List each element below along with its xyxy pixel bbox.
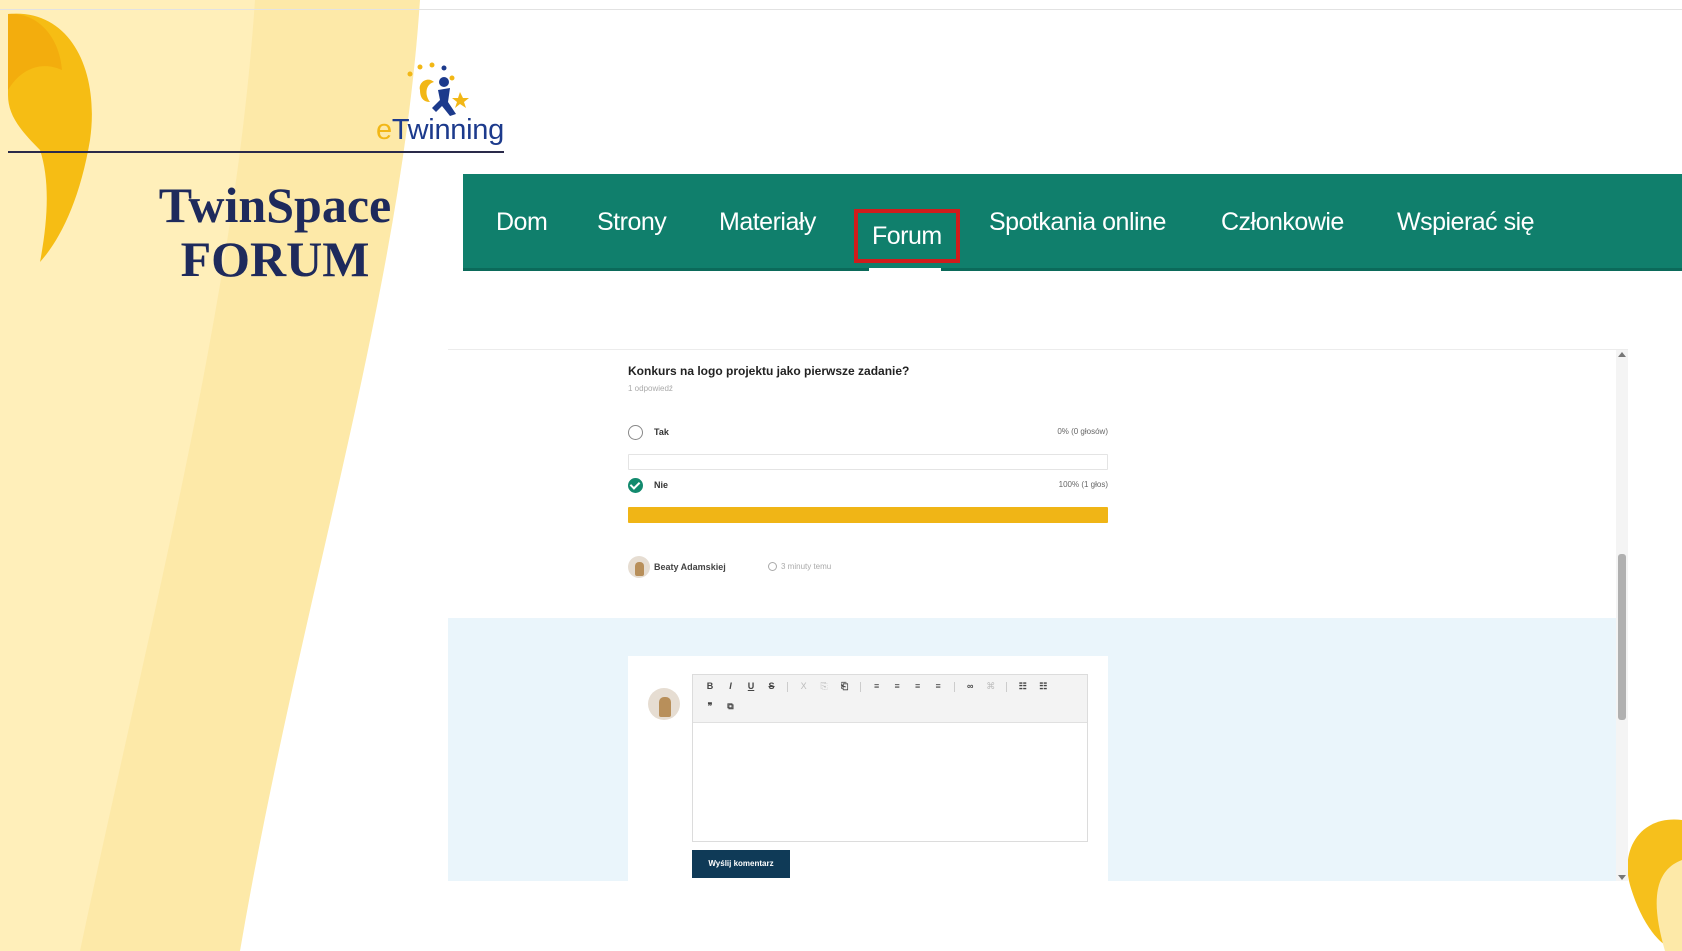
align-justify-icon[interactable]: ≡ bbox=[929, 681, 947, 691]
comment-editor[interactable]: B I U S X ⎘ ⎗ ≡ ≡ ≡ ≡ ∞ ⌘ ☷ ☷ ❞ ⧉ bbox=[692, 674, 1088, 842]
poll-question: Konkurs na logo projektu jako pierwsze z… bbox=[628, 364, 910, 378]
main-navigation-bar: Dom Strony Materiały Forum Spotkania onl… bbox=[463, 174, 1682, 271]
link-icon[interactable]: ∞ bbox=[961, 681, 979, 691]
author-name[interactable]: Beaty Adamskiej bbox=[654, 562, 726, 572]
poll-option-tak[interactable]: Tak 0% (0 głosów) bbox=[628, 424, 1108, 442]
top-border-line bbox=[0, 9, 1682, 10]
nav-active-underline bbox=[869, 268, 941, 271]
cut-icon[interactable]: X bbox=[795, 681, 813, 691]
align-right-icon[interactable]: ≡ bbox=[909, 681, 927, 691]
editor-toolbar-row1: B I U S X ⎘ ⎗ ≡ ≡ ≡ ≡ ∞ ⌘ ☷ ☷ bbox=[701, 681, 1052, 697]
strikethrough-icon[interactable]: S bbox=[763, 681, 781, 691]
etwinning-logo-text: eTwinning bbox=[376, 114, 504, 146]
clock-icon bbox=[768, 562, 777, 571]
poll: Konkurs na logo projektu jako pierwsze z… bbox=[628, 364, 1108, 523]
post-time: 3 minuty temu bbox=[781, 562, 832, 571]
toolbar-separator bbox=[1006, 681, 1008, 692]
nav-item-materialy[interactable]: Materiały bbox=[719, 204, 816, 240]
unlink-icon[interactable]: ⌘ bbox=[982, 681, 1000, 692]
panel-scrollbar[interactable] bbox=[1616, 350, 1628, 881]
editor-toolbar-row2: ❞ ⧉ bbox=[701, 701, 740, 717]
poll-option-value: 0% (0 głosów) bbox=[1057, 427, 1108, 436]
scroll-up-arrow-icon[interactable] bbox=[1618, 352, 1626, 357]
bulleted-list-icon[interactable]: ☷ bbox=[1034, 681, 1052, 692]
comment-form: B I U S X ⎘ ⎗ ≡ ≡ ≡ ≡ ∞ ⌘ ☷ ☷ ❞ ⧉ Wyślij… bbox=[628, 656, 1108, 881]
scrollbar-thumb[interactable] bbox=[1618, 554, 1626, 720]
check-circle-icon[interactable] bbox=[628, 478, 643, 493]
forum-panel: Konkurs na logo projektu jako pierwsze z… bbox=[448, 349, 1628, 881]
nav-item-spotkania-online[interactable]: Spotkania online bbox=[989, 204, 1166, 240]
blockquote-icon[interactable]: ❞ bbox=[701, 701, 719, 712]
paste-icon[interactable]: ⎗ bbox=[836, 681, 854, 692]
numbered-list-icon[interactable]: ☷ bbox=[1014, 681, 1032, 692]
poll-option-value: 100% (1 głos) bbox=[1058, 480, 1108, 489]
poll-bar-tak bbox=[628, 454, 1108, 470]
align-center-icon[interactable]: ≡ bbox=[888, 681, 906, 691]
media-icon[interactable]: ⧉ bbox=[722, 701, 740, 712]
align-left-icon[interactable]: ≡ bbox=[868, 681, 886, 691]
slide-title-line2: FORUM bbox=[180, 231, 370, 287]
author-avatar[interactable] bbox=[628, 556, 650, 578]
nav-item-strony[interactable]: Strony bbox=[597, 204, 667, 240]
editor-text-area[interactable] bbox=[693, 723, 1087, 841]
toolbar-separator bbox=[787, 681, 789, 692]
copy-icon[interactable]: ⎘ bbox=[815, 681, 833, 692]
commenter-avatar bbox=[648, 688, 680, 720]
submit-comment-button[interactable]: Wyślij komentarz bbox=[692, 850, 790, 878]
toolbar-separator bbox=[860, 681, 862, 692]
slide-title: TwinSpace FORUM bbox=[120, 178, 430, 286]
etwinning-logo: eTwinning bbox=[376, 62, 506, 152]
underline-icon[interactable]: U bbox=[742, 681, 760, 691]
poll-bar-nie bbox=[628, 507, 1108, 523]
poll-option-nie[interactable]: Nie 100% (1 głos) bbox=[628, 477, 1108, 495]
nav-item-czlonkowie[interactable]: Członkowie bbox=[1221, 204, 1344, 240]
slide-title-line1: TwinSpace bbox=[158, 177, 392, 233]
radio-empty-icon[interactable] bbox=[628, 425, 643, 440]
nav-item-forum[interactable]: Forum bbox=[854, 209, 960, 263]
poll-option-label: Nie bbox=[654, 480, 669, 490]
scroll-down-arrow-icon[interactable] bbox=[1618, 875, 1626, 880]
nav-item-wspierac-sie[interactable]: Wspierać się bbox=[1397, 204, 1535, 240]
editor-toolbar: B I U S X ⎘ ⎗ ≡ ≡ ≡ ≡ ∞ ⌘ ☷ ☷ ❞ ⧉ bbox=[693, 675, 1087, 723]
poll-answers-count: 1 odpowiedź bbox=[628, 384, 673, 393]
poll-bar-fill-nie bbox=[629, 508, 1107, 522]
nav-item-dom[interactable]: Dom bbox=[496, 204, 548, 240]
poll-option-label: Tak bbox=[654, 427, 669, 437]
toolbar-separator bbox=[953, 681, 955, 692]
comment-section: B I U S X ⎘ ⎗ ≡ ≡ ≡ ≡ ∞ ⌘ ☷ ☷ ❞ ⧉ Wyślij… bbox=[448, 618, 1616, 881]
bold-icon[interactable]: B bbox=[701, 681, 719, 691]
italic-icon[interactable]: I bbox=[722, 681, 740, 691]
